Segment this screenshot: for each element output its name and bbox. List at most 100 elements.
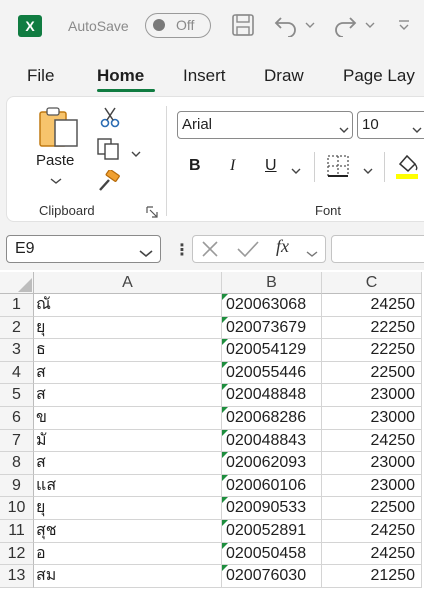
cell-c[interactable]: 22500 [322, 361, 422, 385]
cell-b[interactable]: 020073679 [222, 316, 322, 340]
cell-a[interactable]: ส [34, 384, 222, 407]
cell-b-text: 020090533 [226, 499, 307, 517]
row-header[interactable]: 5 [0, 384, 34, 407]
formula-input[interactable] [331, 235, 424, 263]
cell-b[interactable]: 020090533 [222, 497, 322, 520]
cell-c[interactable]: 23000 [322, 452, 422, 475]
borders-icon[interactable] [326, 154, 350, 183]
cell-a[interactable]: ส [34, 361, 222, 385]
font-name-select[interactable]: Arial [177, 111, 353, 139]
row-header[interactable]: 9 [0, 474, 34, 498]
cell-b-text: 020062093 [226, 454, 307, 472]
clipboard-launcher-icon[interactable] [146, 205, 158, 223]
cancel-icon[interactable] [201, 240, 219, 263]
number-as-text-marker-icon [222, 497, 228, 504]
cell-b[interactable]: 020048848 [222, 384, 322, 407]
cell-a[interactable]: ยุ [34, 497, 222, 520]
active-tab-indicator [97, 89, 155, 92]
cell-a[interactable]: มั [34, 429, 222, 453]
cell-c[interactable]: 23000 [322, 474, 422, 498]
tab-draw[interactable]: Draw [264, 66, 304, 86]
cell-b[interactable]: 020068286 [222, 407, 322, 430]
cell-c[interactable]: 22250 [322, 339, 422, 362]
cell-b[interactable]: 020076030 [222, 565, 322, 588]
cell-c[interactable]: 23000 [322, 384, 422, 407]
font-name-dropdown-icon[interactable] [339, 121, 349, 139]
cell-c[interactable]: 24250 [322, 520, 422, 543]
tab-file[interactable]: File [27, 66, 54, 86]
tab-insert[interactable]: Insert [183, 66, 226, 86]
fx-dropdown-icon[interactable] [306, 245, 318, 263]
insert-function-icon[interactable]: fx [276, 236, 289, 257]
name-box[interactable]: E9 [6, 235, 161, 263]
cell-a[interactable]: สม [34, 565, 222, 588]
cell-c[interactable]: 21250 [322, 565, 422, 588]
cell-a[interactable]: อ [34, 542, 222, 566]
formula-bar-grip[interactable]: ⋮ [174, 240, 190, 260]
row-header[interactable]: 7 [0, 429, 34, 453]
customize-qat-icon[interactable] [394, 12, 414, 38]
cell-b[interactable]: 020062093 [222, 452, 322, 475]
cell-a[interactable]: ข [34, 407, 222, 430]
enter-icon[interactable] [236, 240, 260, 263]
cell-a[interactable]: ส [34, 452, 222, 475]
row-header[interactable]: 1 [0, 294, 34, 317]
cell-b-text: 020048843 [226, 431, 307, 449]
row-header[interactable]: 2 [0, 316, 34, 340]
row-header[interactable]: 12 [0, 542, 34, 566]
row-header[interactable]: 4 [0, 361, 34, 385]
cell-c[interactable]: 24250 [322, 294, 422, 317]
cell-c[interactable]: 23000 [322, 407, 422, 430]
cell-b[interactable]: 020060106 [222, 474, 322, 498]
select-all-corner[interactable] [0, 272, 34, 294]
underline-button[interactable]: U [265, 157, 277, 175]
autosave-toggle[interactable]: Off [145, 13, 211, 38]
copy-dropdown-icon[interactable] [131, 145, 141, 163]
row-header[interactable]: 3 [0, 339, 34, 362]
redo-dropdown-icon[interactable] [363, 12, 377, 38]
format-painter-icon[interactable] [97, 168, 121, 197]
cell-a[interactable]: แส [34, 474, 222, 498]
tab-home[interactable]: Home [97, 66, 144, 86]
font-size-dropdown-icon[interactable] [412, 121, 422, 139]
italic-button[interactable]: I [230, 157, 235, 175]
column-header-c[interactable]: C [322, 272, 422, 294]
cell-c[interactable]: 22250 [322, 316, 422, 340]
fill-color-icon[interactable] [394, 152, 420, 185]
cell-b[interactable]: 020050458 [222, 542, 322, 566]
cell-c[interactable]: 24250 [322, 429, 422, 453]
cell-a[interactable]: ณั [34, 294, 222, 317]
cut-icon[interactable] [99, 106, 121, 133]
cell-b[interactable]: 020052891 [222, 520, 322, 543]
divider [314, 152, 315, 182]
cell-b[interactable]: 020054129 [222, 339, 322, 362]
save-icon[interactable] [229, 12, 257, 38]
row-header[interactable]: 13 [0, 565, 34, 588]
cell-b[interactable]: 020048843 [222, 429, 322, 453]
undo-dropdown-icon[interactable] [303, 12, 317, 38]
paste-dropdown-icon[interactable] [50, 172, 62, 190]
underline-dropdown-icon[interactable] [291, 162, 301, 180]
column-header-b[interactable]: B [222, 272, 322, 294]
copy-icon[interactable] [97, 138, 121, 165]
cell-a[interactable]: ยุ [34, 316, 222, 340]
cell-c[interactable]: 22500 [322, 497, 422, 520]
tab-page-layout[interactable]: Page Lay [343, 66, 415, 86]
bold-button[interactable]: B [189, 157, 201, 175]
row-header[interactable]: 6 [0, 407, 34, 430]
paste-label[interactable]: Paste [36, 152, 74, 169]
cell-b[interactable]: 020055446 [222, 361, 322, 385]
redo-icon[interactable] [331, 12, 359, 38]
name-box-dropdown-icon[interactable] [139, 245, 153, 263]
paste-icon[interactable] [37, 106, 83, 148]
borders-dropdown-icon[interactable] [363, 162, 373, 180]
cell-b[interactable]: 020063068 [222, 294, 322, 317]
cell-c[interactable]: 24250 [322, 542, 422, 566]
column-header-a[interactable]: A [34, 272, 222, 294]
row-header[interactable]: 10 [0, 497, 34, 520]
undo-icon[interactable] [272, 12, 300, 38]
row-header[interactable]: 11 [0, 520, 34, 543]
row-header[interactable]: 8 [0, 452, 34, 475]
cell-a[interactable]: สุช [34, 520, 222, 543]
cell-a[interactable]: ธ [34, 339, 222, 362]
